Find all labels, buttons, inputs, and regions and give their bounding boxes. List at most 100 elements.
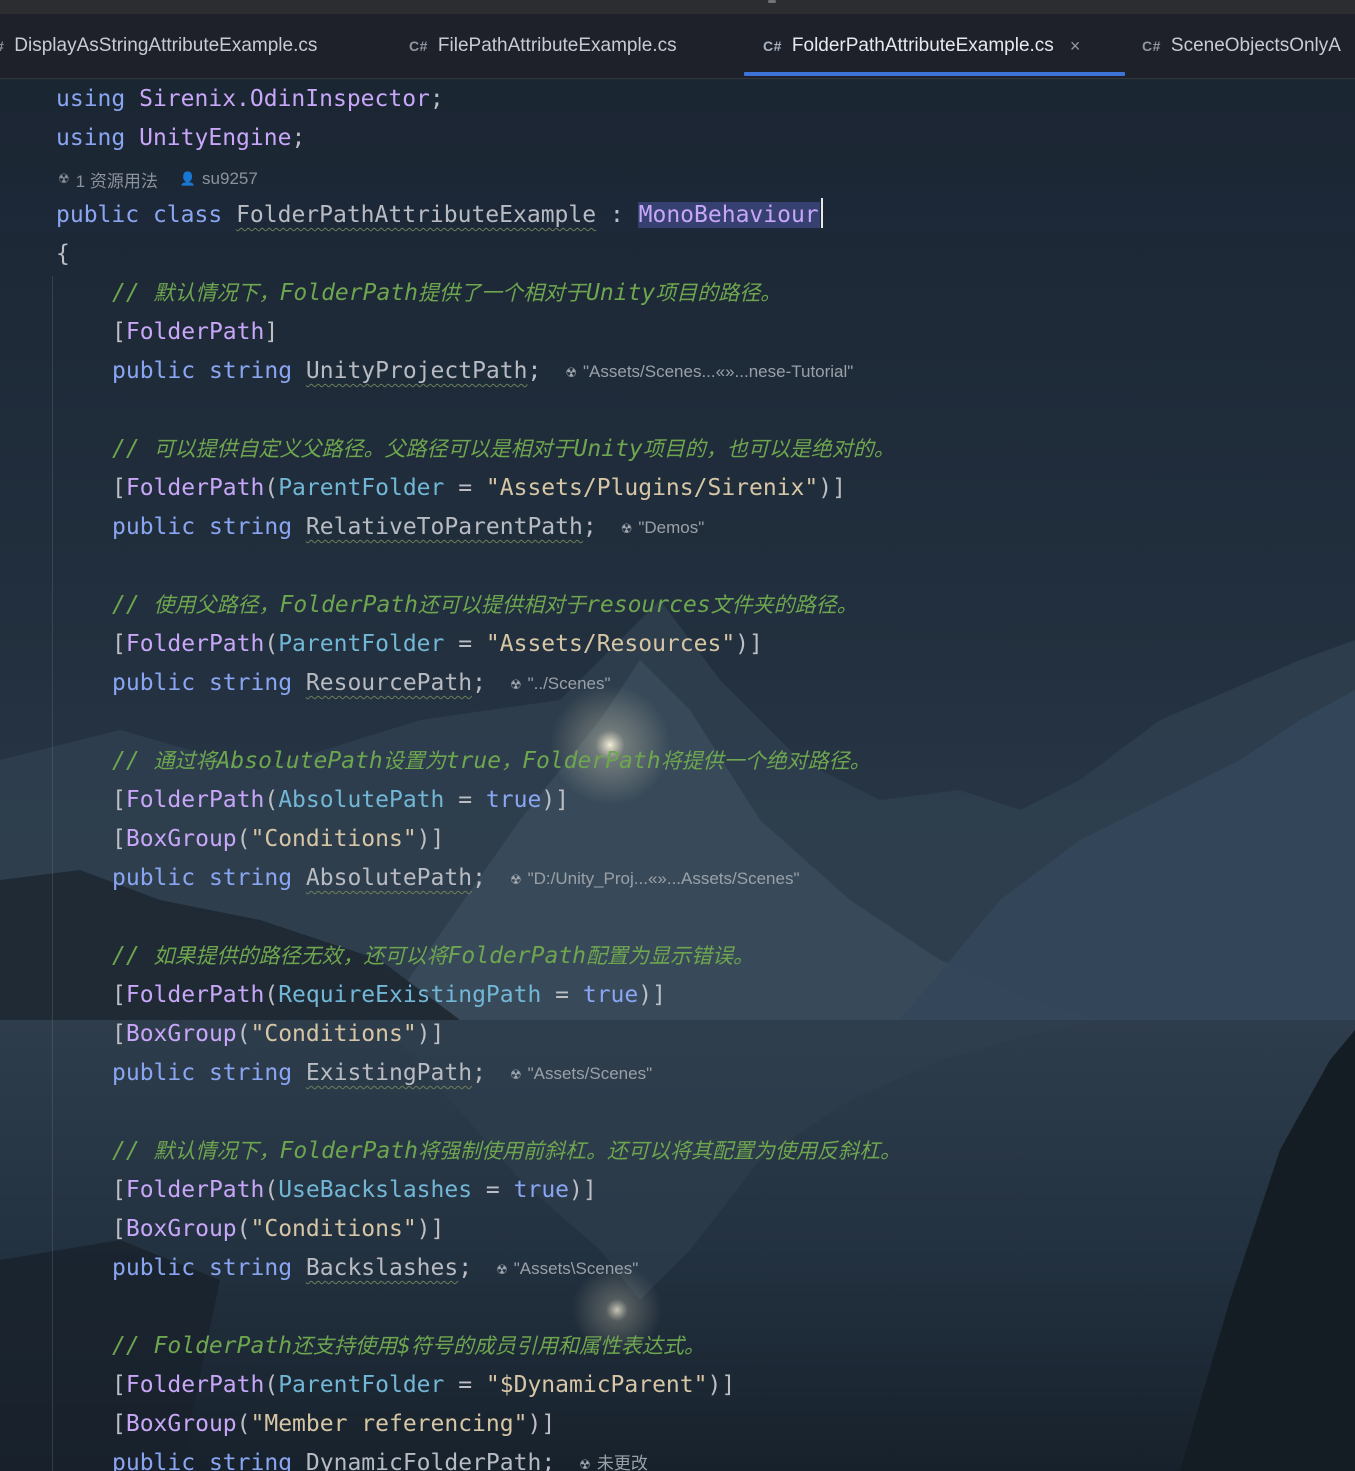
asset-icon: ☢	[620, 521, 633, 536]
punctuation: [	[112, 787, 126, 813]
punctuation: [	[112, 1177, 126, 1203]
comment-text: FolderPath	[279, 1138, 419, 1164]
class-name: FolderPathAttributeExample	[236, 202, 597, 228]
inlay-value-hint[interactable]: ☢ "Assets/Scenes...«»...nese-Tutorial"	[565, 362, 853, 381]
punctuation: (	[236, 1216, 251, 1242]
comment-text: 还可以提供相对于	[418, 593, 587, 617]
asset-icon: ☢	[579, 1457, 591, 1471]
inlay-value-hint[interactable]: ☢ 未更改	[579, 1454, 648, 1471]
code-attribute-line: [FolderPath(AbsolutePath = true)]	[112, 781, 569, 820]
punctuation: :	[596, 202, 638, 228]
comment-text: 通过将	[153, 749, 217, 773]
tab-label: DisplayAsStringAttributeExample.cs	[14, 35, 318, 56]
keyword: public	[112, 358, 196, 384]
tab-folder-path[interactable]: C# FolderPathAttributeExample.cs ×	[763, 14, 1080, 78]
keyword: string	[208, 358, 293, 384]
comment-text: AbsolutePath	[216, 748, 383, 774]
code-attribute-line: [BoxGroup("Conditions")]	[112, 1015, 444, 1054]
attribute-parameter: UseBackslashes	[278, 1177, 473, 1203]
keyword: string	[208, 1255, 293, 1281]
indent-guide	[52, 276, 53, 1471]
attribute-name: BoxGroup	[125, 826, 237, 852]
code-vision-hint[interactable]: ☢ 1 资源用法 👤 su9257	[58, 166, 258, 192]
inlay-value-hint[interactable]: ☢ "Assets\Scenes"	[496, 1259, 638, 1278]
punctuation: )	[569, 1177, 583, 1203]
comment-text: 提供了一个相对于	[418, 281, 587, 305]
hint-value: "../Scenes"	[527, 674, 611, 693]
punctuation: ]	[721, 1372, 736, 1398]
keyword: public	[112, 865, 196, 891]
comment-text: FolderPath	[279, 592, 419, 618]
string-literal: "Conditions"	[250, 826, 417, 852]
asset-icon: ☢	[509, 677, 522, 692]
inlay-value-hint[interactable]: ☢ "Assets/Scenes"	[510, 1064, 652, 1083]
comment-text: resources	[586, 592, 711, 618]
punctuation: =	[444, 475, 486, 501]
close-tab-icon[interactable]: ×	[1070, 36, 1081, 57]
punctuation: ;	[472, 865, 486, 891]
csharp-file-icon: #	[0, 38, 4, 54]
code-comment-line: // FolderPath还支持使用$符号的成员引用和属性表达式。	[112, 1327, 705, 1366]
keyword: true	[582, 982, 639, 1008]
comment-text: Unity	[586, 280, 656, 306]
tab-display-as-string[interactable]: # DisplayAsStringAttributeExample.cs	[0, 14, 317, 78]
string-literal: "Member referencing"	[250, 1411, 528, 1437]
string-literal: "Conditions"	[250, 1216, 417, 1242]
comment-text: 可以提供自定义父路径。父路径可以是相对于	[153, 437, 574, 461]
string-literal: "Assets/Plugins/Sirenix"	[485, 475, 819, 501]
code-field-line: public string ResourcePath; ☢ "../Scenes"	[112, 664, 611, 703]
code-editor[interactable]: using Sirenix.OdinInspector; using Unity…	[0, 78, 1355, 1471]
hint-value: "Assets/Scenes...«»...nese-Tutorial"	[582, 362, 854, 381]
punctuation: [	[112, 826, 126, 852]
asset-icon: ☢	[509, 1067, 522, 1082]
window-title-strip	[0, 0, 1355, 14]
punctuation: ]	[430, 1216, 445, 1242]
comment-text: 默认情况下，	[153, 1139, 280, 1163]
inlay-value-hint[interactable]: ☢ "Demos"	[621, 518, 705, 537]
attribute-name: FolderPath	[125, 982, 265, 1008]
code-field-line: public string DynamicFolderPath; ☢ 未更改	[112, 1444, 648, 1471]
comment-text: 将提供一个绝对路径。	[660, 749, 871, 773]
asset-icon: ☢	[509, 872, 522, 887]
csharp-file-icon: C#	[763, 38, 782, 54]
punctuation: (	[236, 826, 251, 852]
code-attribute-line: [BoxGroup("Conditions")]	[112, 820, 444, 859]
tab-file-path[interactable]: C# FilePathAttributeExample.cs	[409, 14, 677, 78]
keyword: using	[56, 125, 126, 151]
punctuation: (	[264, 1372, 279, 1398]
asset-usages-label[interactable]: 1 资源用法	[76, 167, 158, 192]
punctuation: =	[472, 1177, 514, 1203]
attribute-parameter: ParentFolder	[278, 1372, 445, 1398]
active-tab-indicator	[744, 72, 1125, 76]
keyword: string	[208, 1450, 293, 1471]
comment-text: //	[112, 280, 154, 306]
base-class-name: MonoBehaviour	[637, 202, 820, 228]
person-icon: 👤	[179, 171, 197, 186]
punctuation: )	[416, 1021, 431, 1047]
asset-icon: ☢	[58, 171, 70, 186]
punctuation: ;	[291, 125, 306, 151]
hint-value: "D:/Unity_Proj...«»...Assets/Scenes"	[527, 869, 800, 888]
inlay-value-hint[interactable]: ☢ "D:/Unity_Proj...«»...Assets/Scenes"	[510, 869, 800, 888]
punctuation: {	[56, 241, 70, 267]
code-comment-line: // 通过将AbsolutePath设置为true，FolderPath将提供一…	[112, 742, 871, 781]
asset-icon: ☢	[496, 1262, 508, 1277]
punctuation: [	[112, 319, 126, 345]
field-name: AbsolutePath	[305, 865, 473, 891]
comment-text: ，	[501, 749, 523, 773]
author-label[interactable]: su9257	[202, 169, 258, 189]
field-name: Backslashes	[305, 1255, 459, 1281]
code-field-line: public string ExistingPath; ☢ "Assets/Scen…	[112, 1054, 652, 1093]
inlay-value-hint[interactable]: ☢ "../Scenes"	[510, 674, 611, 693]
string-literal: "Assets/Resources"	[485, 631, 736, 657]
punctuation: (	[236, 1021, 251, 1047]
tab-scene-objects-only[interactable]: C# SceneObjectsOnlyA	[1142, 14, 1341, 78]
code-attribute-line: [BoxGroup("Conditions")]	[112, 1210, 444, 1249]
punctuation: ]	[832, 475, 846, 501]
punctuation: [	[112, 631, 126, 657]
keyword: public	[112, 1450, 196, 1471]
attribute-parameter: RequireExistingPath	[278, 982, 542, 1008]
punctuation: ]	[749, 631, 763, 657]
code-comment-line: // 默认情况下，FolderPath提供了一个相对于Unity项目的路径。	[112, 274, 781, 313]
comment-text: FolderPath	[279, 280, 419, 306]
